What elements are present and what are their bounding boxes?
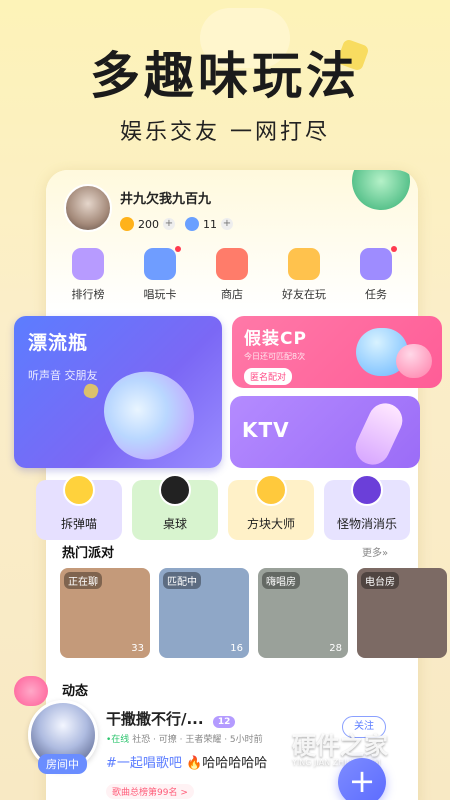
monster-match-icon	[351, 474, 383, 506]
game-label: 怪物消消乐	[336, 517, 397, 531]
currency-bar: 200 + 11 +	[120, 217, 243, 231]
task-icon	[360, 248, 392, 280]
quick-menu-item[interactable]: 排行榜	[55, 248, 121, 302]
shop-icon	[216, 248, 248, 280]
anonymous-match-button[interactable]: 匿名配对	[244, 368, 293, 385]
sparkle-icon	[82, 382, 100, 400]
party-room-card[interactable]: 电台房	[357, 568, 447, 658]
game-card[interactable]: 拆弹喵	[36, 474, 122, 540]
coin-balance: 200	[138, 217, 159, 231]
feed-meta: •在线 社恐 · 可撩 · 王者荣耀 · 5小时前	[106, 732, 263, 745]
trophy-icon	[72, 248, 104, 280]
game-card[interactable]: 方块大师	[228, 474, 314, 540]
room-status-tag: 电台房	[361, 572, 399, 589]
quick-menu-item[interactable]: 唱玩卡	[127, 246, 193, 302]
billiards-icon	[159, 474, 191, 506]
quick-menu-label: 唱玩卡	[143, 288, 177, 301]
quick-menu-item[interactable]: 任务	[343, 246, 409, 302]
profile-info: 井九欠我九百九 200 + 11 +	[120, 184, 243, 232]
room-status-tag: 匹配中	[163, 572, 201, 589]
gem-balance: 11	[203, 217, 217, 231]
post-content: 🔥哈哈哈哈哈	[186, 756, 268, 771]
drift-bottle-title: 漂流瓶	[28, 332, 89, 354]
add-coins-button[interactable]: +	[163, 218, 175, 230]
room-status-tag: 正在聊	[64, 572, 102, 589]
bomb-cat-icon	[63, 474, 95, 506]
user-avatar[interactable]	[64, 184, 112, 232]
watermark-title: 硬件之家	[292, 732, 388, 760]
quick-menu-label: 排行榜	[71, 288, 105, 301]
heart-decor-icon	[14, 676, 48, 706]
quick-menu: 排行榜 唱玩卡 商店 好友在玩 任务	[46, 246, 418, 302]
sing-card-icon	[144, 248, 176, 280]
hero-title: 多趣味玩法	[90, 47, 360, 105]
user-profile[interactable]: 井九欠我九百九 200 + 11 +	[64, 184, 243, 232]
party-room-card[interactable]: 正在聊 33	[60, 568, 150, 658]
hero-subtitle: 娱乐交友 一网打尽	[120, 120, 330, 145]
feed-user-name: 干撒撒不行/... 12	[106, 708, 236, 729]
party-room-list: 正在聊 33 匹配中 16 嗨唱房 28 电台房	[60, 568, 450, 658]
game-label: 桌球	[162, 517, 187, 531]
notification-dot	[175, 246, 181, 252]
fake-cp-card[interactable]: 假装CP 今日还可匹配8次 匿名配对	[232, 316, 442, 388]
quick-menu-item[interactable]: 好友在玩	[271, 248, 337, 302]
quick-menu-item[interactable]: 商店	[199, 248, 265, 302]
game-label: 拆弹喵	[60, 517, 97, 531]
mini-games-row: 拆弹喵 桌球 方块大师 怪物消消乐	[36, 474, 410, 540]
more-party-link[interactable]: 更多»	[362, 544, 388, 559]
add-gems-button[interactable]: +	[221, 218, 233, 230]
drift-bottle-card[interactable]: 漂流瓶 听声音 交朋友	[14, 316, 222, 468]
cube-master-icon	[255, 474, 287, 506]
feed-meta-text: 社恐 · 可撩 · 王者荣耀 · 5小时前	[132, 735, 263, 745]
pink-heart-icon	[396, 344, 432, 378]
party-room-card[interactable]: 匹配中 16	[159, 568, 249, 658]
notification-dot	[391, 246, 397, 252]
game-label: 方块大师	[246, 517, 295, 531]
level-badge: 12	[212, 716, 236, 728]
room-user-count: 33	[131, 643, 144, 654]
username: 井九欠我九百九	[120, 192, 212, 207]
room-status-tag: 嗨唱房	[262, 572, 300, 589]
party-room-card[interactable]: 嗨唱房 28	[258, 568, 348, 658]
friends-playing-icon	[288, 248, 320, 280]
room-user-count: 16	[230, 643, 243, 654]
hashtag-link[interactable]: #一起唱歌吧	[106, 756, 182, 771]
feed-user-name-text: 干撒撒不行/...	[106, 710, 204, 728]
coin-icon	[120, 217, 134, 231]
quick-menu-label: 好友在玩	[282, 288, 326, 301]
quick-menu-label: 任务	[365, 288, 387, 301]
online-status: •在线	[106, 735, 130, 745]
create-post-button[interactable]: +	[338, 758, 386, 800]
game-card[interactable]: 桌球	[132, 474, 218, 540]
quick-menu-label: 商店	[221, 288, 243, 301]
hearts-icon	[350, 324, 436, 384]
game-card[interactable]: 怪物消消乐	[324, 474, 410, 540]
hot-party-title: 热门派对	[62, 546, 115, 561]
gem-icon	[185, 217, 199, 231]
in-room-badge[interactable]: 房间中	[38, 754, 87, 774]
room-user-count: 28	[329, 643, 342, 654]
feed-post-text: #一起唱歌吧 🔥哈哈哈哈哈	[106, 752, 267, 771]
ktv-card[interactable]: KTV	[230, 396, 420, 468]
feed-title: 动态	[62, 684, 89, 699]
song-rank-chip[interactable]: 歌曲总榜第99名 >	[106, 784, 194, 799]
